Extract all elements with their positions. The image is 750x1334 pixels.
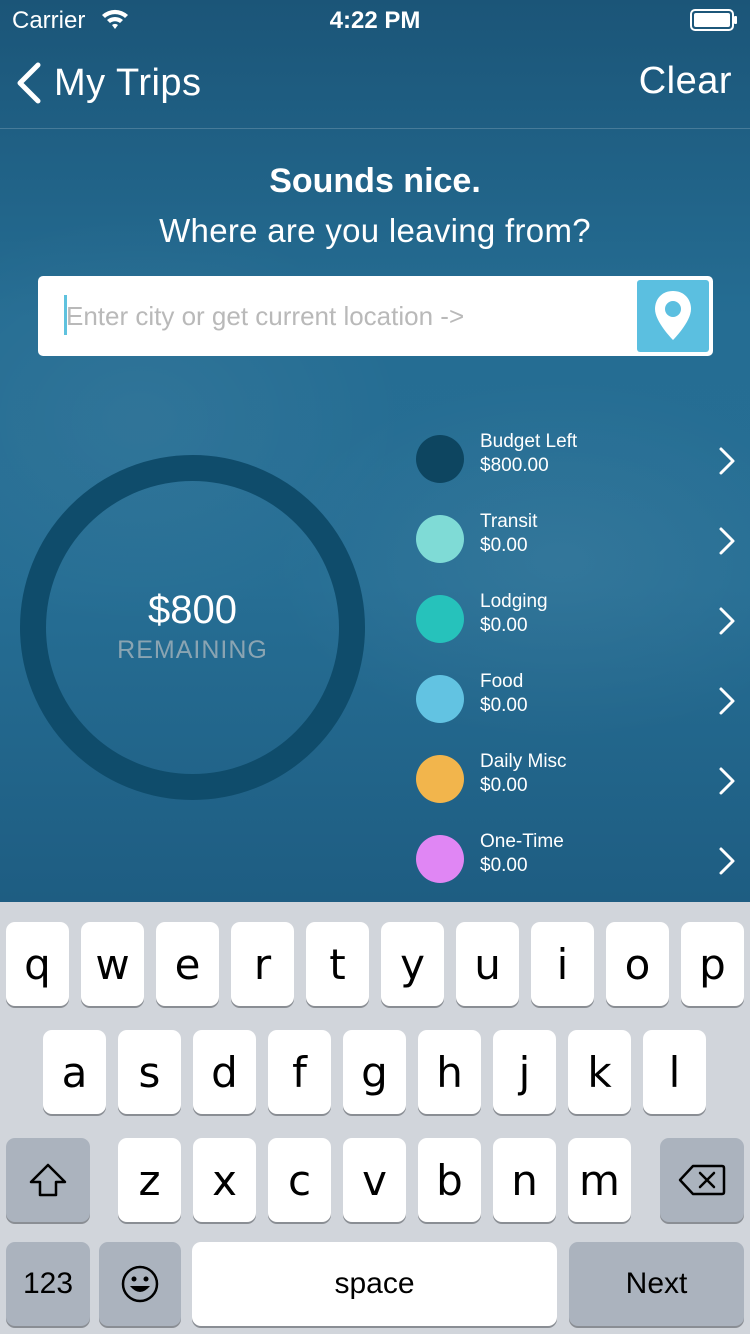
category-color-dot [416,835,464,883]
departure-search-field [38,276,713,356]
key-j[interactable]: j [493,1030,556,1114]
category-name: One-Time [480,831,564,852]
next-key[interactable]: Next [569,1242,744,1326]
key-k[interactable]: k [568,1030,631,1114]
backspace-icon [678,1164,726,1196]
key-d[interactable]: d [193,1030,256,1114]
battery-icon [690,9,737,31]
key-t[interactable]: t [306,922,369,1006]
category-value: $0.00 [480,855,528,876]
category-value: $0.00 [480,615,528,636]
category-row-daily-misc[interactable]: Daily Misc $0.00 [410,740,750,820]
category-row-one-time[interactable]: One-Time $0.00 [410,820,750,900]
category-row-lodging[interactable]: Lodging $0.00 [410,580,750,660]
key-y[interactable]: y [381,922,444,1006]
back-button-label: My Trips [54,61,202,104]
key-s[interactable]: s [118,1030,181,1114]
category-value: $0.00 [480,535,528,556]
key-h[interactable]: h [418,1030,481,1114]
key-l[interactable]: l [643,1030,706,1114]
remaining-amount: $800 [148,588,237,632]
category-color-dot [416,595,464,643]
remaining-label: REMAINING [117,636,268,664]
key-b[interactable]: b [418,1138,481,1222]
category-color-dot [416,435,464,483]
status-bar: Carrier 4:22 PM [0,0,750,40]
key-p[interactable]: p [681,922,744,1006]
navigation-bar: My Trips Clear [0,40,750,128]
key-u[interactable]: u [456,922,519,1006]
key-m[interactable]: m [568,1138,631,1222]
current-location-button[interactable] [637,280,709,352]
back-button[interactable]: My Trips [14,60,202,106]
key-o[interactable]: o [606,922,669,1006]
numbers-key[interactable]: 123 [6,1242,90,1326]
category-color-dot [416,755,464,803]
category-row-budget-left[interactable]: Budget Left $800.00 [410,420,750,500]
key-v[interactable]: v [343,1138,406,1222]
key-q[interactable]: q [6,922,69,1006]
key-w[interactable]: w [81,922,144,1006]
category-color-dot [416,675,464,723]
category-row-transit[interactable]: Transit $0.00 [410,500,750,580]
key-z[interactable]: z [118,1138,181,1222]
location-pin-icon [655,291,691,340]
category-value: $800.00 [480,455,549,476]
onscreen-keyboard: q w e r t y u i o p a s d f g h j k l z … [0,902,750,1334]
shift-key[interactable] [6,1138,90,1222]
key-r[interactable]: r [231,922,294,1006]
clear-button[interactable]: Clear [639,60,732,103]
key-n[interactable]: n [493,1138,556,1222]
chevron-right-icon [719,447,735,475]
question: Where are you leaving from? [159,212,591,249]
backspace-key[interactable] [660,1138,744,1222]
chevron-right-icon [719,767,735,795]
budget-category-list: Budget Left $800.00 Transit $0.00 Lodgin… [410,420,750,900]
category-row-food[interactable]: Food $0.00 [410,660,750,740]
chevron-right-icon [719,527,735,555]
category-name: Lodging [480,591,548,612]
category-color-dot [416,515,464,563]
chevron-right-icon [719,847,735,875]
key-e[interactable]: e [156,922,219,1006]
chevron-left-icon [17,62,41,104]
chevron-right-icon [719,687,735,715]
space-key[interactable]: space [192,1242,557,1326]
departure-city-input[interactable] [66,290,646,342]
key-i[interactable]: i [531,922,594,1006]
category-name: Food [480,671,524,692]
key-a[interactable]: a [43,1030,106,1114]
nav-divider [0,128,750,129]
category-name: Budget Left [480,431,578,452]
headline: Sounds nice. [269,162,481,200]
shift-icon [29,1163,67,1197]
status-time: 4:22 PM [329,7,421,34]
category-value: $0.00 [480,775,528,796]
category-value: $0.00 [480,695,528,716]
emoji-key[interactable] [99,1242,181,1326]
key-f[interactable]: f [268,1030,331,1114]
emoji-icon [121,1265,159,1303]
key-g[interactable]: g [343,1030,406,1114]
chevron-right-icon [719,607,735,635]
category-name: Transit [480,511,538,532]
category-name: Daily Misc [480,751,567,772]
key-x[interactable]: x [193,1138,256,1222]
key-c[interactable]: c [268,1138,331,1222]
